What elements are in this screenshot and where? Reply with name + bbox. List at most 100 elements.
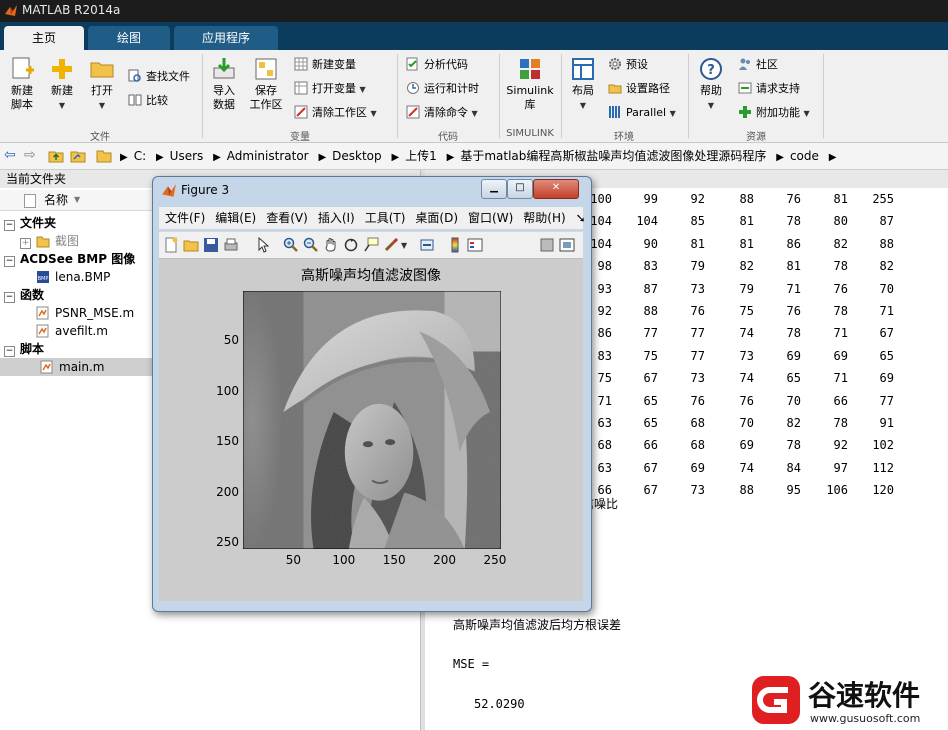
figure-menu-bar: 文件(F) 编辑(E) 查看(V) 插入(I) 工具(T) 桌面(D) 窗口(W) 帮助(H)… bbox=[159, 207, 586, 229]
import-data-button[interactable]: 导入 数据 bbox=[206, 56, 242, 112]
tab-apps[interactable]: 应用程序 bbox=[174, 26, 278, 50]
menu-desktop[interactable]: 桌面(D) bbox=[415, 211, 458, 225]
minimize-button[interactable]: ▁ bbox=[481, 179, 507, 199]
chevron-down-icon: ▼ bbox=[58, 101, 66, 110]
set-path-button[interactable]: 设置路径 bbox=[608, 80, 670, 98]
breadcrumb-item[interactable]: C: bbox=[134, 149, 146, 163]
chevron-down-icon: ▼ bbox=[579, 101, 587, 110]
print-icon[interactable] bbox=[223, 237, 239, 253]
new-variable-button[interactable]: 新建变量 bbox=[294, 56, 356, 74]
list-item[interactable]: BMP lena.BMP bbox=[36, 268, 110, 286]
zoom-in-icon[interactable] bbox=[283, 237, 299, 253]
menu-overflow-icon[interactable]: ➘ bbox=[576, 211, 586, 225]
chevron-down-icon: ▼ bbox=[803, 109, 810, 118]
pan-hand-icon[interactable] bbox=[323, 237, 339, 253]
brush-icon[interactable] bbox=[383, 237, 399, 253]
figure-canvas[interactable]: 高斯噪声均值滤波图像 50 100 150 200 250 50 100 150… bbox=[159, 259, 583, 601]
matrix-cell: 66 bbox=[643, 438, 658, 453]
compare-button[interactable]: 比较 bbox=[128, 92, 168, 110]
new-figure-icon[interactable] bbox=[163, 237, 179, 253]
addons-button[interactable]: 附加功能 ▼ bbox=[738, 104, 810, 122]
open-file-icon[interactable] bbox=[183, 237, 199, 253]
chevron-down-icon[interactable]: ▼ bbox=[401, 241, 407, 250]
breadcrumb-item[interactable]: Administrator bbox=[227, 149, 309, 163]
up-folder-icon[interactable] bbox=[48, 148, 64, 164]
expand-icon[interactable]: + bbox=[20, 238, 31, 249]
analyze-code-button[interactable]: 分析代码 bbox=[406, 56, 468, 74]
collapse-icon[interactable]: − bbox=[4, 220, 15, 231]
tab-plots[interactable]: 绘图 bbox=[88, 26, 170, 50]
matlab-logo-icon bbox=[162, 184, 176, 197]
data-cursor-icon[interactable] bbox=[363, 237, 379, 253]
logo-name: 谷速软件 bbox=[808, 679, 921, 712]
help-button[interactable]: ? 帮助 ▼ bbox=[694, 56, 728, 113]
matrix-cell: 77 bbox=[879, 393, 894, 408]
save-icon[interactable] bbox=[203, 237, 219, 253]
list-item[interactable]: avefilt.m bbox=[36, 322, 108, 340]
figure-title-bar[interactable]: Figure 3 ▁ □ ✕ bbox=[153, 177, 591, 205]
close-button[interactable]: ✕ bbox=[533, 179, 579, 199]
colorbar-icon[interactable] bbox=[447, 237, 463, 253]
menu-help[interactable]: 帮助(H) bbox=[523, 211, 565, 225]
breadcrumb-item[interactable]: Users bbox=[170, 149, 204, 163]
image-axes[interactable] bbox=[243, 291, 501, 549]
new-script-button[interactable]: 新建 脚本 bbox=[4, 56, 40, 112]
save-workspace-button[interactable]: 保存 工作区 bbox=[246, 56, 286, 112]
browse-folder-icon[interactable] bbox=[70, 148, 86, 164]
clear-commands-button[interactable]: 清除命令 ▼ bbox=[406, 104, 478, 122]
forward-arrow-icon[interactable]: ⇨ bbox=[24, 147, 36, 163]
clear-commands-label: 清除命令 bbox=[424, 106, 468, 119]
preferences-button[interactable]: 预设 bbox=[608, 56, 648, 74]
clear-workspace-button[interactable]: 清除工作区 ▼ bbox=[294, 104, 377, 122]
tree-section-functions[interactable]: − 函数 bbox=[4, 286, 44, 304]
list-item[interactable]: + 截图 bbox=[20, 232, 79, 250]
find-files-button[interactable]: 查找文件 bbox=[128, 68, 190, 86]
layout-button[interactable]: 布局 ▼ bbox=[566, 56, 600, 113]
parallel-button[interactable]: Parallel ▼ bbox=[608, 104, 676, 122]
new-button[interactable]: 新建 ▼ bbox=[44, 56, 80, 113]
menu-insert[interactable]: 插入(I) bbox=[318, 211, 355, 225]
open-button[interactable]: 打开 ▼ bbox=[84, 56, 120, 113]
maximize-button[interactable]: □ bbox=[507, 179, 533, 199]
breadcrumb-item[interactable]: 上传1 bbox=[405, 149, 437, 163]
matrix-cell: 78 bbox=[786, 438, 801, 453]
breadcrumb-item[interactable]: 基于matlab编程高斯椒盐噪声均值滤波图像处理源码程序 bbox=[460, 149, 766, 163]
back-arrow-icon[interactable]: ⇦ bbox=[4, 147, 16, 163]
legend-icon[interactable] bbox=[467, 237, 483, 253]
y-tick-label: 50 bbox=[223, 333, 239, 348]
gusu-logo-icon bbox=[752, 676, 800, 724]
collapse-icon[interactable]: − bbox=[4, 256, 15, 267]
request-support-button[interactable]: 请求支持 bbox=[738, 80, 800, 98]
community-button[interactable]: 社区 bbox=[738, 56, 778, 74]
breadcrumb-item[interactable]: code bbox=[790, 149, 819, 163]
list-item[interactable]: PSNR_MSE.m bbox=[36, 304, 134, 322]
matrix-cell: 70 bbox=[739, 416, 754, 430]
menu-window[interactable]: 窗口(W) bbox=[468, 211, 513, 225]
menu-view[interactable]: 查看(V) bbox=[266, 211, 308, 225]
menu-edit[interactable]: 编辑(E) bbox=[215, 211, 256, 225]
open-variable-button[interactable]: 打开变量 ▼ bbox=[294, 80, 366, 98]
matrix-cell: 67 bbox=[643, 483, 658, 498]
tree-section-scripts[interactable]: − 脚本 bbox=[4, 340, 44, 358]
run-time-icon bbox=[407, 82, 419, 94]
tab-home[interactable]: 主页 bbox=[4, 26, 84, 50]
collapse-icon[interactable]: − bbox=[4, 292, 15, 303]
matrix-cell: 92 bbox=[833, 438, 848, 453]
breadcrumb-item[interactable]: Desktop bbox=[332, 149, 382, 163]
collapse-icon[interactable]: − bbox=[4, 346, 15, 357]
figure-window[interactable]: Figure 3 ▁ □ ✕ 文件(F) 编辑(E) 查看(V) 插入(I) 工具(T)… bbox=[152, 176, 592, 612]
tree-section-bmp[interactable]: − ACDSee BMP 图像 bbox=[4, 250, 135, 268]
menu-file[interactable]: 文件(F) bbox=[165, 211, 205, 225]
run-time-button[interactable]: 运行和计时 bbox=[406, 80, 479, 98]
link-plot-icon[interactable] bbox=[419, 237, 435, 253]
menu-tools[interactable]: 工具(T) bbox=[365, 211, 406, 225]
matrix-cell: 92 bbox=[690, 192, 705, 206]
set-path-icon bbox=[608, 84, 622, 94]
tree-section-folders[interactable]: − 文件夹 bbox=[4, 214, 56, 232]
rotate-3d-icon[interactable] bbox=[343, 237, 359, 253]
simulink-library-button[interactable]: Simulink 库 bbox=[504, 56, 556, 112]
cursor-arrow-icon[interactable] bbox=[255, 237, 271, 253]
zoom-out-icon[interactable] bbox=[303, 237, 319, 253]
hide-plot-tools-icon[interactable] bbox=[539, 237, 555, 253]
show-plot-tools-icon[interactable] bbox=[559, 237, 575, 253]
